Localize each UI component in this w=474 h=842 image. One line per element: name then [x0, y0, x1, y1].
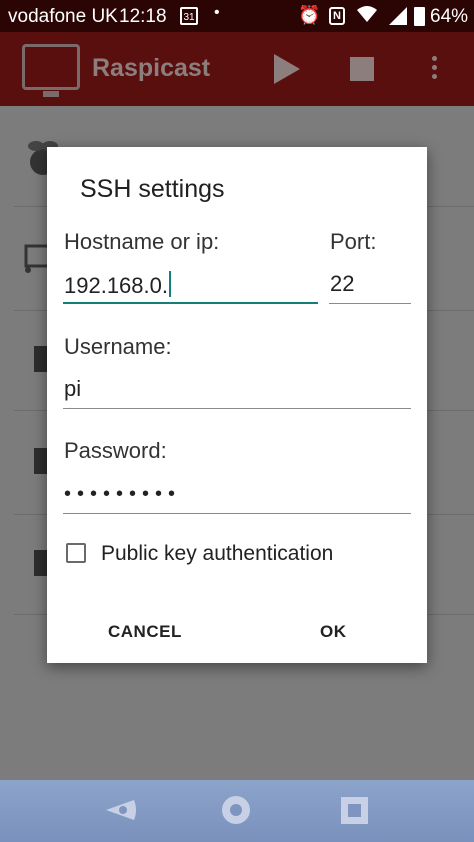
- public-key-checkbox[interactable]: [66, 543, 86, 563]
- alarm-icon: ⏰: [298, 5, 321, 25]
- password-value: •••••••••: [64, 483, 182, 505]
- port-label: Port:: [330, 229, 377, 254]
- wifi-icon: [356, 4, 378, 29]
- nfc-icon: N: [329, 7, 345, 25]
- app-bar: Raspicast: [0, 32, 474, 106]
- hostname-input[interactable]: 192.168.0.: [63, 271, 318, 304]
- hostname-value: 192.168.0.: [64, 273, 168, 298]
- back-icon[interactable]: [104, 798, 138, 822]
- dialog-title: SSH settings: [80, 175, 225, 203]
- raspicast-logo-icon: [22, 44, 80, 97]
- navigation-bar: [0, 780, 474, 842]
- stop-icon[interactable]: [350, 57, 374, 81]
- status-bar: vodafone UK 12:18 31 • ⏰ N 64%: [0, 0, 474, 32]
- more-vert-icon[interactable]: [432, 56, 438, 79]
- notification-dot-icon: •: [214, 4, 220, 21]
- app-title: Raspicast: [92, 54, 211, 82]
- calendar-icon: 31: [180, 7, 198, 25]
- password-input[interactable]: •••••••••: [63, 480, 411, 514]
- cancel-button[interactable]: CANCEL: [108, 622, 182, 642]
- public-key-label[interactable]: Public key authentication: [101, 542, 333, 566]
- carrier-name: vodafone UK: [8, 6, 118, 27]
- username-label: Username:: [64, 334, 172, 359]
- recent-apps-icon[interactable]: [341, 797, 368, 824]
- battery-percent: 64%: [430, 6, 469, 27]
- username-value: pi: [64, 376, 82, 401]
- battery-icon: [414, 7, 425, 26]
- text-cursor: [168, 271, 171, 297]
- ssh-settings-dialog: SSH settings Hostname or ip: Port: 192.1…: [47, 147, 427, 663]
- hostname-label: Hostname or ip:: [64, 229, 220, 254]
- port-value: 22: [330, 271, 355, 296]
- home-icon[interactable]: [222, 796, 250, 824]
- username-input[interactable]: pi: [63, 376, 411, 409]
- password-label: Password:: [64, 438, 167, 463]
- play-icon[interactable]: [274, 54, 300, 84]
- port-input[interactable]: 22: [329, 271, 411, 304]
- clock: 12:18: [119, 6, 167, 27]
- signal-icon: [389, 7, 407, 31]
- ok-button[interactable]: OK: [320, 622, 347, 642]
